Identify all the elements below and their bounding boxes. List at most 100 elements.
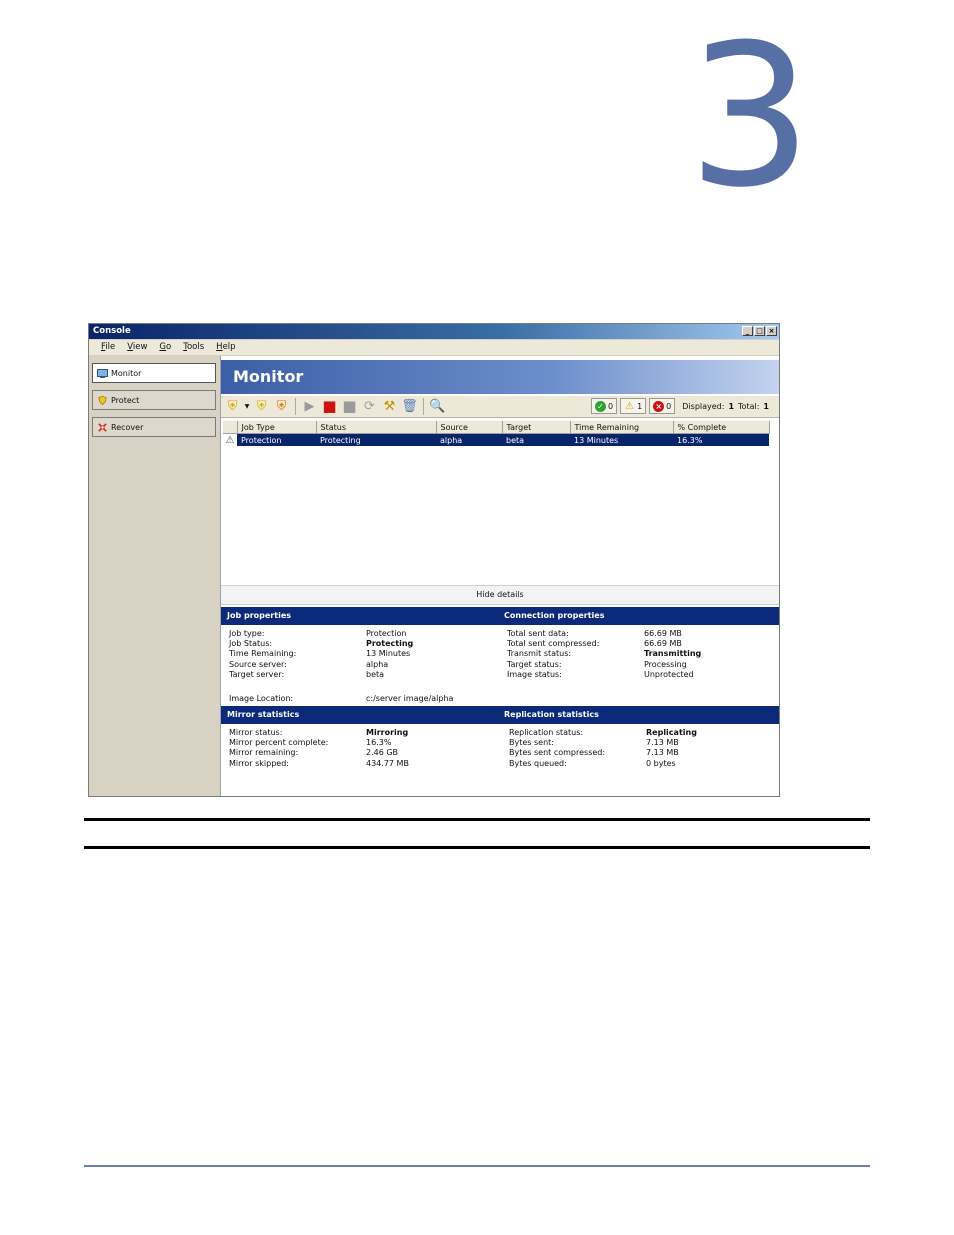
menu-tools[interactable]: Tools [179, 340, 208, 355]
ok-filter[interactable]: ✓ 0 [590, 398, 618, 414]
pause-icon[interactable]: ■ [341, 398, 358, 415]
total-value: 1 [763, 401, 769, 411]
row-warning-icon: ⚠ [223, 433, 237, 446]
sidebar-item-recover[interactable]: Recover [92, 417, 216, 437]
chapter-title-rule-top [84, 818, 870, 821]
chapter-title-rule-bottom [84, 846, 870, 849]
menu-bar: File View Go Tools Help [89, 340, 779, 355]
cell-status: Protecting [316, 433, 436, 446]
start-shield-icon[interactable]: ⛨ [253, 398, 270, 415]
display-count: Displayed: 1 Total: 1 [678, 398, 773, 414]
prop-transmit-status: Transmitting [644, 649, 702, 659]
window-controls: _ □ × [742, 326, 777, 336]
section-header-statistics: Mirror statistics Replication statistics [221, 706, 779, 724]
prop-label: Time Remaining: [229, 649, 297, 659]
ok-count: 0 [607, 401, 614, 411]
stop-shield-icon[interactable]: ⛨ [273, 398, 290, 415]
column-header-time-remaining[interactable]: Time Remaining [570, 421, 674, 434]
prop-label: Bytes sent: [509, 738, 554, 748]
prop-mirror-percent: 16.3% [366, 738, 392, 748]
restore-icon[interactable]: ⚒ [381, 398, 398, 415]
delete-icon[interactable]: 🗑 [401, 398, 418, 415]
error-filter[interactable]: × 0 [649, 398, 676, 414]
prop-label: Replication status: [509, 728, 584, 737]
sync-icon[interactable]: ⟳ [361, 398, 378, 415]
prop-label: Mirror skipped: [229, 758, 289, 768]
displayed-value: 1 [728, 401, 735, 411]
job-status-summary: ✓ 0 ⚠ 1 × 0 Displayed: 1 Total: 1 [590, 398, 773, 414]
job-properties: Job type: Protection Job Status: Protectin… [229, 629, 526, 704]
toolbar-separator [295, 398, 296, 415]
job-properties-title: Job properties [227, 611, 292, 620]
total-label: Total: [738, 401, 760, 411]
prop-label: Job Status: [229, 639, 273, 649]
replication-statistics-title: Replication statistics [504, 710, 599, 719]
prop-total-sent: 66.69 MB [644, 629, 682, 638]
connection-properties-title: Connection properties [504, 611, 605, 620]
warning-icon: ⚠ [625, 400, 635, 412]
window-title: Console [93, 326, 131, 336]
prop-label: Image status: [507, 669, 562, 679]
play-icon[interactable]: ▶ [301, 398, 318, 415]
table-header-row: Job Type Status Source Target Time Remai… [223, 421, 770, 434]
menu-go[interactable]: Go [155, 340, 175, 355]
jobs-table: Job Type Status Source Target Time Remai… [223, 421, 770, 446]
sidebar-item-label: Monitor [111, 368, 142, 378]
console-window: Console _ □ × File View Go Tools Help Mo… [88, 323, 780, 797]
column-header-status[interactable]: Status [316, 421, 437, 434]
cell-time-remaining: 13 Minutes [570, 433, 673, 446]
menu-file[interactable]: File [97, 340, 119, 355]
table-row[interactable]: ⚠ Protection Protecting alpha beta 13 Mi… [223, 433, 769, 446]
prop-mirror-skipped: 434.77 MB [366, 758, 409, 768]
window-titlebar[interactable]: Console _ □ × [89, 324, 779, 339]
prop-mirror-remaining: 2.46 GB [366, 748, 399, 758]
prop-label: Total sent data: [507, 629, 569, 638]
sidebar-item-protect[interactable]: Protect [92, 390, 216, 410]
prop-bytes-sent-compressed: 7.13 MB [646, 748, 679, 758]
prop-bytes-sent: 7.13 MB [646, 738, 679, 748]
prop-total-sent-compressed: 66.69 MB [644, 639, 682, 649]
menu-view[interactable]: View [123, 340, 151, 355]
warning-filter[interactable]: ⚠ 1 [620, 398, 647, 414]
prop-label: Source server: [229, 659, 287, 669]
prop-label: Mirror remaining: [229, 748, 299, 758]
close-button[interactable]: × [766, 326, 777, 336]
shield-icon [98, 395, 107, 405]
column-header-percent-complete[interactable]: % Complete [673, 421, 770, 434]
prop-time-remaining: 13 Minutes [366, 649, 411, 659]
maximize-button[interactable]: □ [754, 326, 765, 336]
prop-job-status: Protecting [366, 639, 414, 649]
mirror-statistics-title: Mirror statistics [227, 710, 300, 719]
footer-rule [84, 1165, 870, 1167]
prop-label: Target status: [507, 659, 562, 669]
ok-icon: ✓ [594, 400, 606, 412]
stop-icon[interactable]: ■ [321, 398, 338, 415]
sidebar-item-monitor[interactable]: Monitor [92, 363, 216, 383]
new-job-icon[interactable]: ⛨ [224, 398, 241, 415]
column-header-target[interactable]: Target [502, 421, 571, 434]
sidebar: Monitor Protect Recover [89, 356, 221, 796]
prop-replication-status: Replicating [646, 728, 697, 737]
error-icon: × [653, 400, 665, 412]
column-header-source[interactable]: Source [436, 421, 503, 434]
dropdown-arrow-icon[interactable]: ▼ [244, 398, 250, 415]
prop-bytes-queued: 0 bytes [646, 758, 676, 768]
prop-label: Mirror percent complete: [229, 738, 329, 748]
prop-target-status: Processing [644, 659, 687, 669]
connection-properties: Total sent data: 66.69 MB Total sent comp… [507, 629, 781, 680]
column-header-job-type[interactable]: Job Type [237, 421, 317, 434]
recover-icon [98, 422, 107, 432]
menu-help[interactable]: Help [212, 340, 239, 355]
toolbar: ⛨ ▼ ⛨ ⛨ ▶ ■ ■ ⟳ ⚒ 🗑 🔍 ✓ 0 ⚠ 1 × 0 Displa… [221, 396, 779, 418]
prop-label: Job type: [229, 629, 265, 638]
minimize-button[interactable]: _ [742, 326, 753, 336]
prop-label: Transmit status: [507, 649, 572, 659]
prop-job-type: Protection [366, 629, 407, 638]
prop-label: Image Location: [229, 694, 294, 704]
view-details-icon[interactable]: 🔍 [429, 398, 446, 415]
sidebar-item-label: Recover [111, 422, 144, 432]
cell-job-type: Protection [237, 433, 316, 446]
displayed-label: Displayed: [682, 401, 725, 411]
hide-details-button[interactable]: Hide details [221, 585, 779, 605]
toolbar-separator [423, 398, 424, 415]
